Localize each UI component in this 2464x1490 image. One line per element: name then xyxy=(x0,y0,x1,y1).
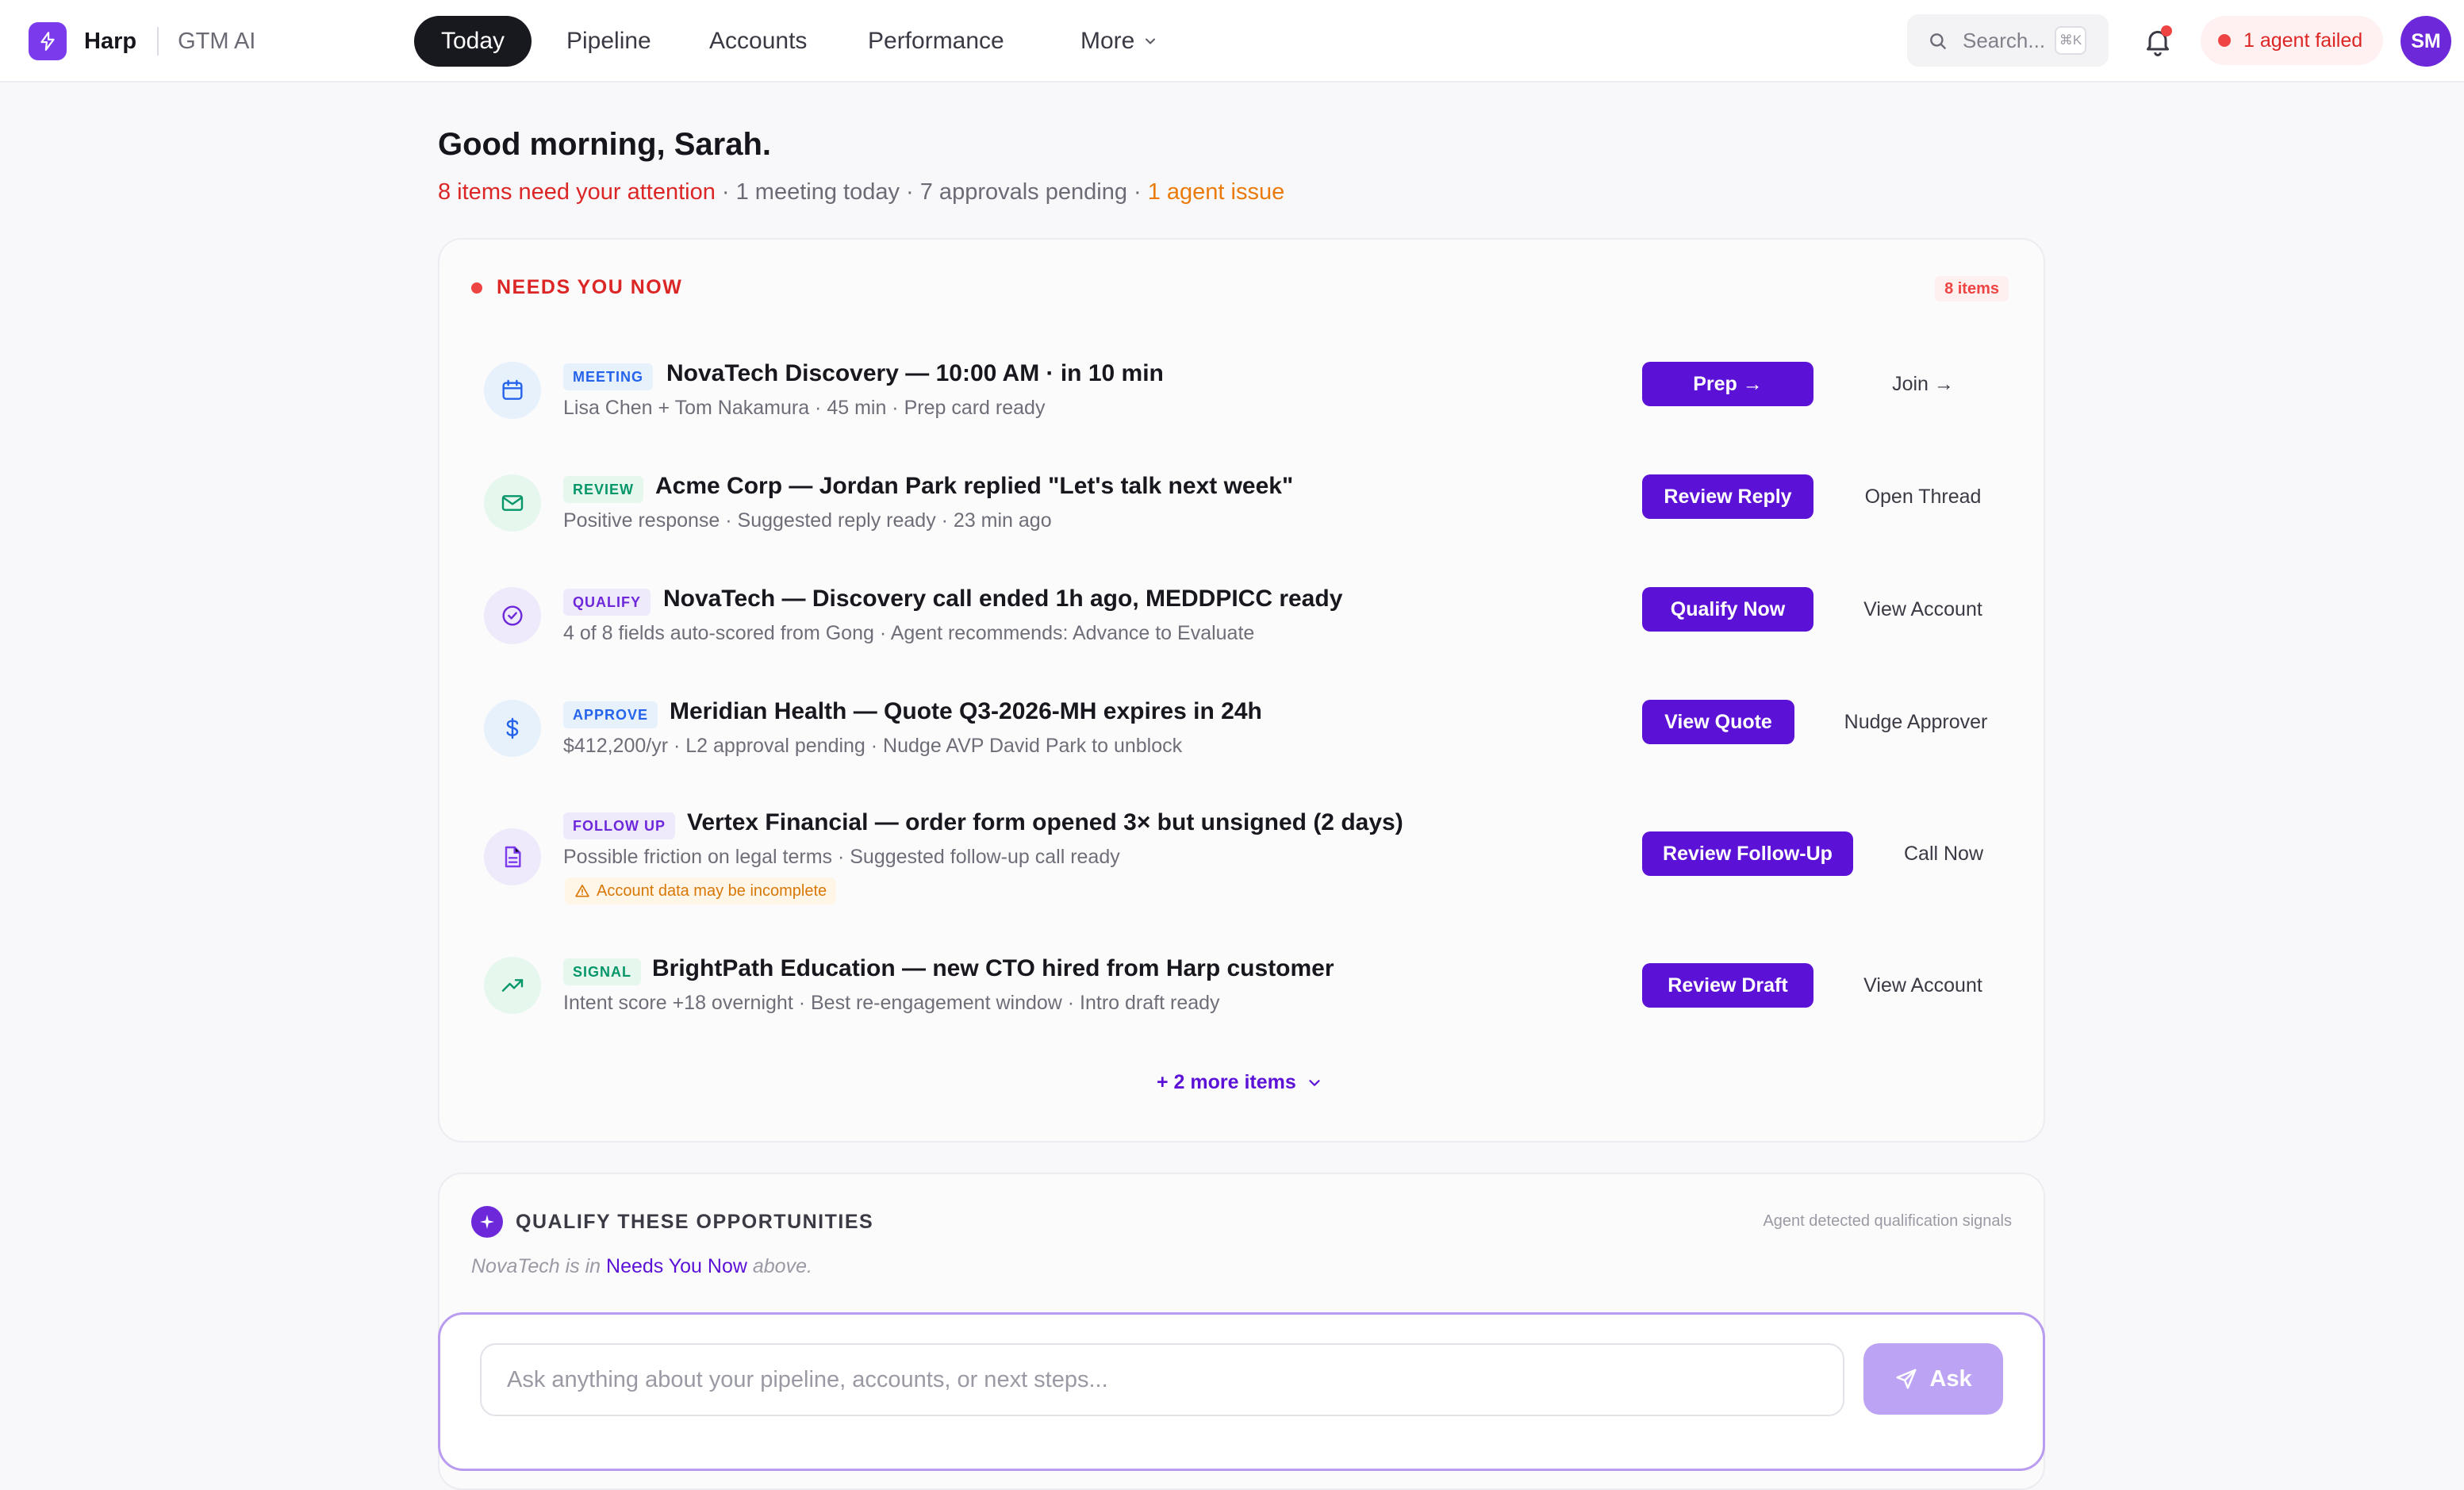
nav-accounts[interactable]: Accounts xyxy=(709,16,807,67)
app-name: Harp xyxy=(84,28,137,54)
item-title[interactable]: Meridian Health — Quote Q3-2026-MH expir… xyxy=(670,698,1262,725)
needs-you-now-title: NEEDS YOU NOW xyxy=(497,276,683,298)
warning-text: Account data may be incomplete xyxy=(597,881,827,900)
view-quote-button[interactable]: View Quote xyxy=(1642,700,1794,744)
dollar-icon xyxy=(484,700,541,757)
item-title[interactable]: NovaTech — Discovery call ended 1h ago, … xyxy=(663,586,1342,613)
list-item: SIGNAL BrightPath Education — new CTO hi… xyxy=(439,933,2044,1041)
urgent-dot xyxy=(471,282,482,294)
data-warning-badge: Account data may be incomplete xyxy=(565,877,837,904)
sparkle-icon xyxy=(471,1206,503,1238)
needs-you-now-link[interactable]: Needs You Now xyxy=(606,1255,747,1277)
search-placeholder: Search... xyxy=(1963,29,2046,52)
search-box[interactable]: Search... ⌘K xyxy=(1907,14,2109,67)
nav-more-label: More xyxy=(1080,28,1135,54)
calendar-icon xyxy=(484,362,541,419)
agent-issue-count[interactable]: 1 agent issue xyxy=(1148,179,1285,205)
chevron-down-icon xyxy=(1146,38,1156,44)
tag-signal: SIGNAL xyxy=(563,958,642,985)
agent-failed-badge[interactable]: 1 agent failed xyxy=(2201,16,2383,65)
tag-qualify: QUALIFY xyxy=(563,589,651,616)
item-subtitle: Positive response · Suggested reply read… xyxy=(563,509,1052,532)
list-item: APPROVE Meridian Health — Quote Q3-2026-… xyxy=(439,674,2044,782)
document-icon xyxy=(484,828,541,885)
list-item: FOLLOW UP Vertex Financial — order form … xyxy=(439,787,2044,928)
nav-performance[interactable]: Performance xyxy=(868,16,1004,67)
ask-button-label: Ask xyxy=(1929,1365,1972,1392)
nav-pipeline[interactable]: Pipeline xyxy=(566,16,651,67)
top-bar: Harp GTM AI Today Pipeline Accounts Perf… xyxy=(0,0,2464,83)
tag-meeting: MEETING xyxy=(563,363,654,390)
review-draft-button[interactable]: Review Draft xyxy=(1642,963,1813,1008)
greeting-summary: 8 items need your attention · 1 meeting … xyxy=(438,179,1284,205)
warning-icon xyxy=(575,885,589,897)
view-account-button[interactable]: View Account xyxy=(1844,963,2002,1008)
app-subtitle: GTM AI xyxy=(178,28,256,54)
send-icon xyxy=(1896,1369,1917,1389)
more-items-label: + 2 more items xyxy=(1157,1071,1296,1093)
ask-input[interactable] xyxy=(480,1343,1844,1416)
nav-more[interactable]: More xyxy=(1080,16,1158,67)
needs-you-now-header: NEEDS YOU NOW xyxy=(471,276,682,299)
notification-dot xyxy=(2161,25,2172,36)
qualify-note: Agent detected qualification signals xyxy=(1763,1212,2012,1230)
item-subtitle: Possible friction on legal terms · Sugge… xyxy=(563,846,1120,868)
attention-count[interactable]: 8 items need your attention xyxy=(438,179,716,205)
prep-button[interactable]: Prep → xyxy=(1642,362,1813,406)
qualify-now-button[interactable]: Qualify Now xyxy=(1642,587,1813,632)
user-avatar[interactable]: SM xyxy=(2401,16,2451,67)
tag-review: REVIEW xyxy=(563,476,644,503)
qualify-header: QUALIFY THESE OPPORTUNITIES xyxy=(471,1206,873,1238)
item-title[interactable]: BrightPath Education — new CTO hired fro… xyxy=(652,955,1334,982)
nudge-approver-button[interactable]: Nudge Approver xyxy=(1825,700,2007,744)
item-title[interactable]: Vertex Financial — order form opened 3× … xyxy=(687,809,1403,836)
list-item: MEETING NovaTech Discovery — 10:00 AM · … xyxy=(439,336,2044,444)
meetings-today: 1 meeting today xyxy=(735,179,900,205)
search-shortcut: ⌘K xyxy=(2055,26,2086,55)
summary-sep: · xyxy=(715,179,736,205)
brand[interactable]: Harp GTM AI xyxy=(29,22,255,60)
greeting-title: Good morning, Sarah. xyxy=(438,127,772,162)
qualify-title: QUALIFY THESE OPPORTUNITIES xyxy=(516,1210,874,1233)
search-icon xyxy=(1930,33,1946,49)
qualify-line: NovaTech is in Needs You Now above. xyxy=(471,1255,812,1278)
summary-sep: · xyxy=(899,179,920,205)
check-circle-icon xyxy=(484,587,541,644)
item-title[interactable]: NovaTech Discovery — 10:00 AM · in 10 mi… xyxy=(666,360,1164,387)
list-item: QUALIFY NovaTech — Discovery call ended … xyxy=(439,562,2044,670)
mail-icon xyxy=(484,474,541,532)
trending-up-icon xyxy=(484,957,541,1014)
harp-logo-icon xyxy=(29,22,67,60)
item-subtitle: Intent score +18 overnight · Best re-eng… xyxy=(563,992,1220,1014)
list-item: REVIEW Acme Corp — Jordan Park replied "… xyxy=(439,449,2044,557)
agent-failed-text: 1 agent failed xyxy=(2243,29,2363,52)
join-button[interactable]: Join → xyxy=(1860,362,1986,406)
ask-bar: Ask xyxy=(438,1312,2045,1471)
more-items-toggle[interactable]: + 2 more items xyxy=(1157,1071,1323,1094)
needs-you-now-card: NEEDS YOU NOW 8 items MEETING NovaTech D… xyxy=(438,238,2045,1142)
call-now-button[interactable]: Call Now xyxy=(1888,831,1999,876)
approvals-pending: 7 approvals pending xyxy=(919,179,1127,205)
summary-sep: · xyxy=(1126,179,1148,205)
qualify-line-prefix: NovaTech is in xyxy=(471,1255,601,1277)
chevron-down-icon xyxy=(1309,1079,1320,1086)
agent-failed-dot xyxy=(2218,34,2231,47)
item-subtitle: 4 of 8 fields auto-scored from Gong · Ag… xyxy=(563,622,1255,644)
nav-today[interactable]: Today xyxy=(414,16,532,67)
items-count-badge: 8 items xyxy=(1935,276,2009,301)
view-account-button[interactable]: View Account xyxy=(1844,587,2002,632)
review-follow-up-button[interactable]: Review Follow-Up xyxy=(1642,831,1853,876)
brand-divider xyxy=(157,27,159,56)
ask-button[interactable]: Ask xyxy=(1863,1343,2003,1415)
item-subtitle: $412,200/yr · L2 approval pending · Nudg… xyxy=(563,735,1183,757)
qualify-line-suffix: above. xyxy=(752,1255,812,1277)
review-reply-button[interactable]: Review Reply xyxy=(1642,474,1813,519)
open-thread-button[interactable]: Open Thread xyxy=(1844,474,2002,519)
item-title[interactable]: Acme Corp — Jordan Park replied "Let's t… xyxy=(655,473,1293,500)
tag-follow-up: FOLLOW UP xyxy=(563,812,675,839)
tag-approve: APPROVE xyxy=(563,701,658,728)
item-subtitle: Lisa Chen + Tom Nakamura · 45 min · Prep… xyxy=(563,397,1046,419)
